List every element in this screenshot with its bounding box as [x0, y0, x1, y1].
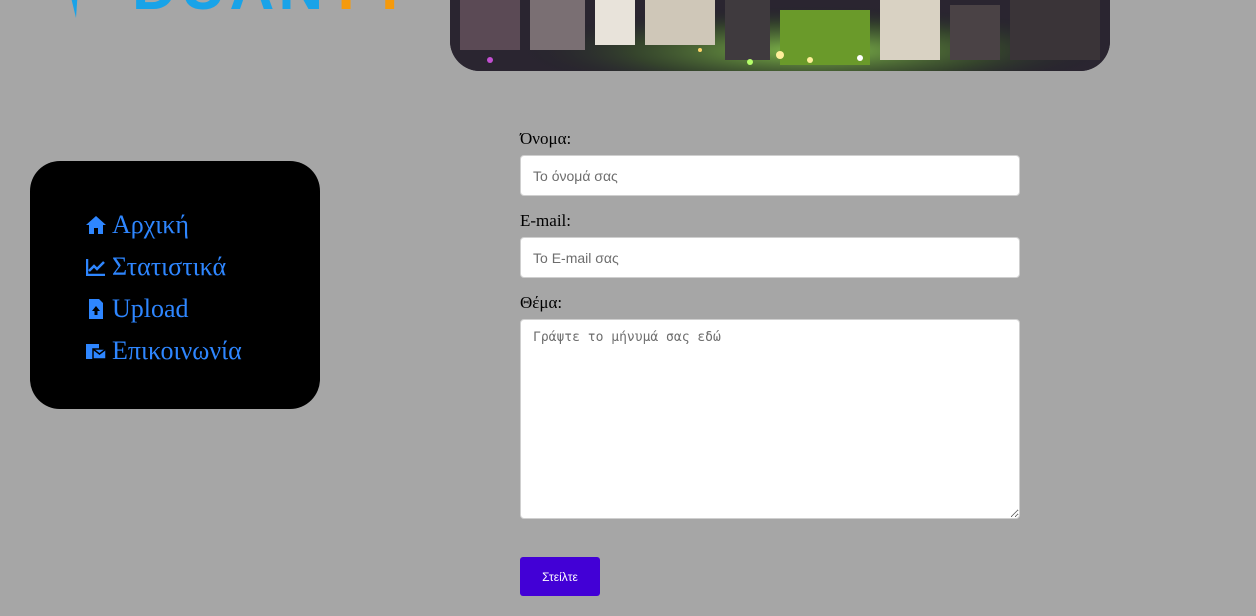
message-textarea[interactable] — [520, 319, 1020, 519]
name-input[interactable] — [520, 155, 1020, 196]
sidebar-item-label: Αρχική — [112, 210, 189, 239]
email-label: E-mail: — [520, 211, 571, 230]
home-icon — [85, 214, 107, 236]
sidebar-item-label: Στατιστικά — [112, 252, 227, 281]
file-upload-icon — [85, 298, 107, 320]
logo-wordmark: DUANTY — [132, 0, 414, 20]
submit-button[interactable]: Στείλτε — [520, 557, 600, 596]
logo-mark-icon — [71, 0, 78, 18]
sidebar-item-statistics[interactable]: Στατιστικά — [85, 246, 242, 288]
site-logo[interactable]: DUANTY — [40, 0, 410, 20]
name-label: Όνομα: — [520, 129, 572, 148]
hero-image — [450, 0, 1110, 71]
sidebar-item-label: Upload — [112, 294, 189, 323]
sidebar-nav: Αρχική Στατιστικά Upload Επικοινωνία — [30, 161, 320, 409]
contact-form: Όνομα: E-mail: Θέμα: Στείλτε — [520, 128, 1020, 596]
email-input[interactable] — [520, 237, 1020, 278]
nav-list: Αρχική Στατιστικά Upload Επικοινωνία — [85, 204, 242, 372]
sidebar-item-home[interactable]: Αρχική — [85, 204, 242, 246]
contact-mail-icon — [85, 340, 107, 362]
sidebar-item-label: Επικοινωνία — [112, 336, 242, 365]
line-chart-icon — [85, 256, 107, 278]
subject-label: Θέμα: — [520, 293, 563, 312]
sidebar-item-contact[interactable]: Επικοινωνία — [85, 330, 242, 372]
page: DUANTY — [0, 0, 1256, 616]
sidebar-item-upload[interactable]: Upload — [85, 288, 242, 330]
